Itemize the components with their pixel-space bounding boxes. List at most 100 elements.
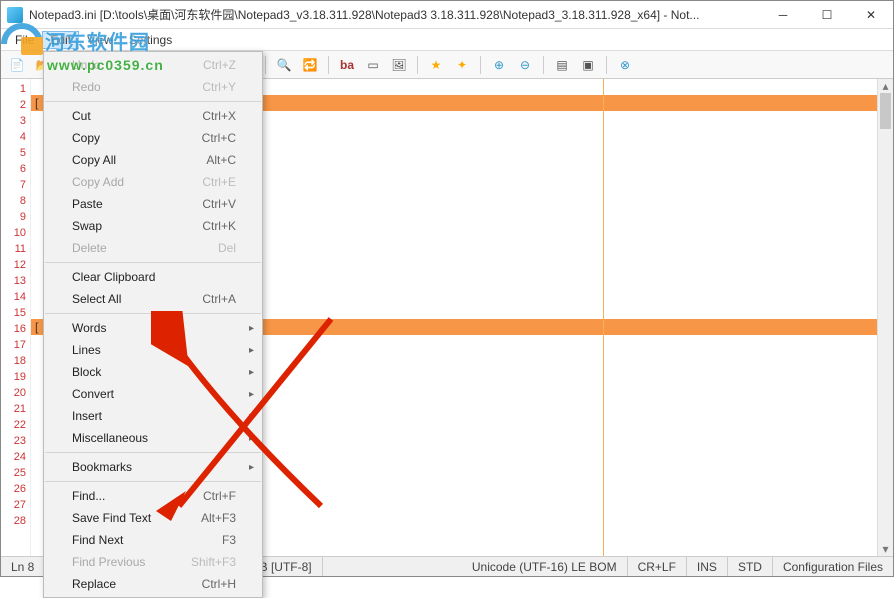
line-number: 13	[1, 273, 26, 289]
tb-zoom-out-icon[interactable]: ⊖	[515, 55, 535, 75]
menu-file[interactable]: File	[7, 31, 42, 49]
chevron-right-icon: ▸	[249, 389, 254, 400]
chevron-right-icon: ▸	[249, 411, 254, 422]
chevron-right-icon: ▸	[249, 323, 254, 334]
menu-sep	[45, 262, 261, 263]
tb-image-icon[interactable]: 🖼	[389, 55, 409, 75]
status-std[interactable]: STD	[728, 557, 773, 576]
minimize-button[interactable]: ─	[761, 1, 805, 29]
vertical-scrollbar[interactable]: ▴ ▾	[877, 79, 893, 556]
scroll-thumb[interactable]	[880, 93, 891, 129]
menu-sep	[45, 452, 261, 453]
mi-lines[interactable]: Lines▸	[44, 339, 262, 361]
status-ins[interactable]: INS	[687, 557, 728, 576]
long-line-marker	[603, 79, 604, 556]
mi-replace[interactable]: ReplaceCtrl+H	[44, 573, 262, 595]
mi-find-prev[interactable]: Find PreviousShift+F3	[44, 551, 262, 573]
tb-new-icon[interactable]: 📄	[7, 55, 27, 75]
menu-bar: File Edit View Settings	[1, 29, 893, 51]
line-number: 9	[1, 209, 26, 225]
mi-insert[interactable]: Insert▸	[44, 405, 262, 427]
line-number: 11	[1, 241, 26, 257]
menu-edit[interactable]: Edit	[42, 31, 79, 49]
toolbar-sep	[480, 56, 481, 74]
tb-exit-icon[interactable]: ⊗	[615, 55, 635, 75]
line-number: 19	[1, 369, 26, 385]
line-number: 4	[1, 129, 26, 145]
status-scheme[interactable]: Configuration Files	[773, 557, 893, 576]
edit-dropdown: UndoCtrl+Z RedoCtrl+Y CutCtrl+X CopyCtrl…	[43, 51, 263, 598]
mi-find[interactable]: Find...Ctrl+F	[44, 485, 262, 507]
tb-fav-icon[interactable]: ★	[426, 55, 446, 75]
tb-replace-icon[interactable]: 🔁	[300, 55, 320, 75]
app-icon	[7, 7, 23, 23]
tb-scheme-icon[interactable]: ▤	[552, 55, 572, 75]
toolbar-sep	[265, 56, 266, 74]
line-number: 5	[1, 145, 26, 161]
line-number: 21	[1, 401, 26, 417]
mi-cut[interactable]: CutCtrl+X	[44, 105, 262, 127]
toolbar-sep	[328, 56, 329, 74]
line-number: 17	[1, 337, 26, 353]
line-number: 26	[1, 481, 26, 497]
line-number: 7	[1, 177, 26, 193]
menu-settings[interactable]: Settings	[121, 31, 180, 49]
line-number: 14	[1, 289, 26, 305]
line-number: 22	[1, 417, 26, 433]
toolbar-sep	[417, 56, 418, 74]
mi-copy[interactable]: CopyCtrl+C	[44, 127, 262, 149]
mi-redo[interactable]: RedoCtrl+Y	[44, 76, 262, 98]
line-number: 15	[1, 305, 26, 321]
tb-screen-icon[interactable]: ▣	[578, 55, 598, 75]
mi-misc[interactable]: Miscellaneous▸	[44, 427, 262, 449]
menu-sep	[45, 101, 261, 102]
line-number: 27	[1, 497, 26, 513]
line-number: 23	[1, 433, 26, 449]
status-encoding[interactable]: Unicode (UTF-16) LE BOM	[462, 557, 628, 576]
mi-paste[interactable]: PasteCtrl+V	[44, 193, 262, 215]
scroll-down-icon[interactable]: ▾	[878, 542, 893, 556]
status-eol[interactable]: CR+LF	[628, 557, 687, 576]
mi-words[interactable]: Words▸	[44, 317, 262, 339]
mi-block[interactable]: Block▸	[44, 361, 262, 383]
tb-rect-icon[interactable]: ▭	[363, 55, 383, 75]
toolbar-sep	[606, 56, 607, 74]
mi-select-all[interactable]: Select AllCtrl+A	[44, 288, 262, 310]
chevron-right-icon: ▸	[249, 462, 254, 473]
line-number: 24	[1, 449, 26, 465]
mi-swap[interactable]: SwapCtrl+K	[44, 215, 262, 237]
tb-wordwrap-icon[interactable]: ba	[337, 55, 357, 75]
window-title: Notepad3.ini [D:\tools\桌面\河东软件园\Notepad3…	[29, 6, 761, 23]
mi-clear-clipboard[interactable]: Clear Clipboard	[44, 266, 262, 288]
mi-copy-add[interactable]: Copy AddCtrl+E	[44, 171, 262, 193]
menu-sep	[45, 481, 261, 482]
tb-addfav-icon[interactable]: ✦	[452, 55, 472, 75]
mi-find-next[interactable]: Find NextF3	[44, 529, 262, 551]
chevron-right-icon: ▸	[249, 345, 254, 356]
toolbar-sep	[543, 56, 544, 74]
mi-bookmarks[interactable]: Bookmarks▸	[44, 456, 262, 478]
maximize-button[interactable]: ☐	[805, 1, 849, 29]
scroll-up-icon[interactable]: ▴	[878, 79, 893, 93]
mi-convert[interactable]: Convert▸	[44, 383, 262, 405]
line-number: 20	[1, 385, 26, 401]
line-number: 10	[1, 225, 26, 241]
close-button[interactable]: ✕	[849, 1, 893, 29]
status-pos[interactable]: Ln 8	[1, 557, 45, 576]
title-bar: Notepad3.ini [D:\tools\桌面\河东软件园\Notepad3…	[1, 1, 893, 29]
line-gutter: 1234567891011121314151617181920212223242…	[1, 79, 31, 556]
tb-find-icon[interactable]: 🔍	[274, 55, 294, 75]
mi-delete[interactable]: DeleteDel	[44, 237, 262, 259]
mi-undo[interactable]: UndoCtrl+Z	[44, 54, 262, 76]
tb-zoom-in-icon[interactable]: ⊕	[489, 55, 509, 75]
line-number: 8	[1, 193, 26, 209]
line-number: 2	[1, 97, 26, 113]
menu-view[interactable]: View	[79, 31, 121, 49]
chevron-right-icon: ▸	[249, 367, 254, 378]
mi-copy-all[interactable]: Copy AllAlt+C	[44, 149, 262, 171]
line-number: 12	[1, 257, 26, 273]
line-number: 16	[1, 321, 26, 337]
mi-save-find[interactable]: Save Find TextAlt+F3	[44, 507, 262, 529]
line-number: 1	[1, 81, 26, 97]
line-number: 28	[1, 513, 26, 529]
